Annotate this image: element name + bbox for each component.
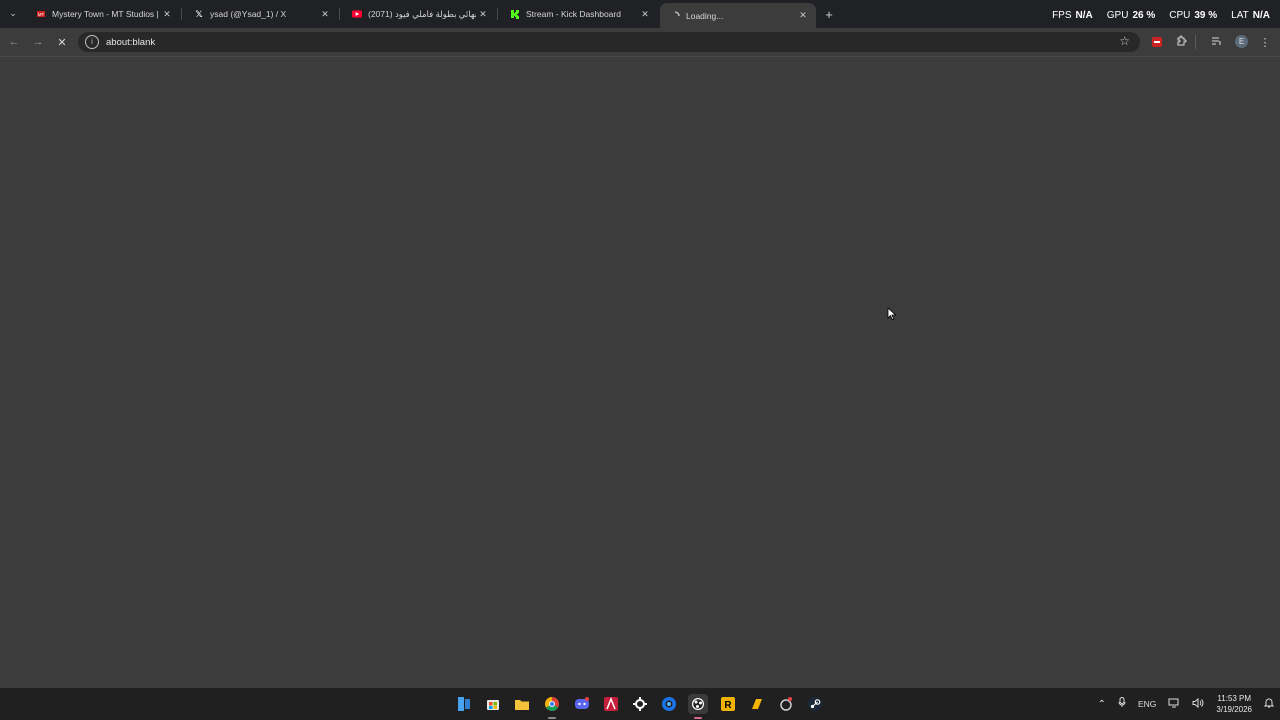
- close-icon[interactable]: ✕: [476, 9, 490, 20]
- svg-text:R: R: [724, 700, 732, 711]
- kick-icon: [510, 9, 520, 19]
- tab-search-button[interactable]: ⌄: [4, 4, 22, 22]
- rockstar-icon[interactable]: R: [718, 694, 738, 714]
- tab-title: (2071) نهائي بطولة فاملي فيود -: [368, 8, 476, 19]
- tab-title: Loading...: [686, 10, 724, 21]
- steam-icon[interactable]: [805, 694, 825, 714]
- stop-loading-button[interactable]: ✕: [53, 33, 71, 51]
- edge-icon[interactable]: [659, 694, 679, 714]
- tab-2[interactable]: (2071) نهائي بطولة فاملي فيود - ✕: [342, 3, 496, 25]
- steelseries-icon[interactable]: [630, 694, 650, 714]
- menu-button[interactable]: ⋮: [1256, 33, 1274, 51]
- url-input[interactable]: [106, 36, 506, 48]
- playlist-icon: [1211, 36, 1222, 49]
- file-explorer-icon[interactable]: [454, 694, 474, 714]
- fps-stat: FPS N/A: [1052, 10, 1093, 21]
- tab-title: Mystery Town - MT Studios | M: [52, 9, 160, 19]
- tab-separator: [339, 8, 340, 20]
- lat-stat: LAT N/A: [1231, 10, 1270, 21]
- extensions-button[interactable]: [1172, 33, 1190, 51]
- page-content: [0, 57, 1280, 688]
- language-indicator[interactable]: ENG: [1138, 699, 1156, 709]
- clock-date: 3/19/2026: [1216, 705, 1252, 714]
- browser-toolbar: ← → ✕ i ☆ E ⋮: [0, 28, 1280, 57]
- address-bar[interactable]: i ☆: [78, 32, 1140, 52]
- ublock-extension-icon[interactable]: [1152, 37, 1162, 47]
- notification-bell-icon[interactable]: [1263, 697, 1275, 711]
- windows-taskbar: R ⌃ ENG 11:53 PM 3/19/2026: [0, 688, 1280, 720]
- cpu-stat: CPU 39 %: [1169, 10, 1218, 21]
- affinity-icon[interactable]: [601, 694, 621, 714]
- chevron-up-icon[interactable]: ⌃: [1098, 699, 1106, 710]
- info-icon[interactable]: i: [85, 35, 99, 49]
- microsoft-store-icon[interactable]: [483, 694, 503, 714]
- media-control-button[interactable]: [1207, 33, 1225, 51]
- app-icon[interactable]: [776, 694, 796, 714]
- folder-icon[interactable]: [512, 694, 532, 714]
- close-icon[interactable]: ✕: [160, 9, 174, 20]
- tab-0[interactable]: MT Mystery Town - MT Studios | M ✕: [26, 3, 180, 25]
- kebab-menu-icon: ⋮: [1259, 36, 1271, 49]
- youtube-icon: [352, 9, 362, 19]
- microphone-icon[interactable]: [1118, 697, 1126, 711]
- tab-separator: [181, 8, 182, 20]
- performance-overlay: FPS N/A GPU 26 % CPU 39 % LAT N/A: [1052, 10, 1270, 21]
- tab-1[interactable]: 𝕏 ysad (@Ysad_1) / X ✕: [184, 3, 338, 25]
- arrow-left-icon: ←: [8, 36, 20, 48]
- tab-title: Stream - Kick Dashboard: [526, 9, 621, 19]
- gpu-stat: GPU 26 %: [1106, 10, 1156, 21]
- obs-icon[interactable]: [688, 694, 708, 714]
- puzzle-icon: [1176, 35, 1187, 49]
- discord-icon[interactable]: [572, 694, 592, 714]
- volume-icon[interactable]: [1192, 697, 1204, 711]
- svg-text:MT: MT: [38, 12, 45, 17]
- norton-icon[interactable]: [747, 694, 767, 714]
- close-icon: ✕: [57, 36, 67, 49]
- tab-4-active[interactable]: Loading... ✕: [660, 3, 816, 28]
- running-indicator: [694, 717, 702, 719]
- tab-separator: [497, 8, 498, 20]
- profile-avatar[interactable]: E: [1235, 35, 1248, 48]
- close-icon[interactable]: ✕: [318, 9, 332, 20]
- x-logo-icon: 𝕏: [195, 8, 203, 19]
- clock[interactable]: 11:53 PM 3/19/2026: [1216, 693, 1252, 715]
- clock-time: 11:53 PM: [1217, 694, 1252, 703]
- plus-icon: +: [825, 6, 833, 22]
- close-icon[interactable]: ✕: [796, 10, 810, 21]
- system-tray: ⌃ ENG 11:53 PM 3/19/2026: [1092, 688, 1280, 720]
- close-icon[interactable]: ✕: [638, 9, 652, 20]
- arrow-right-icon: →: [32, 36, 44, 48]
- tab-title: ysad (@Ysad_1) / X: [210, 9, 287, 19]
- toolbar-divider: [1190, 33, 1200, 51]
- chrome-icon[interactable]: [542, 694, 562, 714]
- tab-3[interactable]: Stream - Kick Dashboard ✕: [500, 3, 658, 25]
- chevron-down-icon: ⌄: [9, 7, 17, 18]
- running-indicator: [548, 717, 556, 719]
- mt-studios-icon: MT: [36, 9, 46, 19]
- bookmark-star-icon[interactable]: ☆: [1119, 34, 1130, 48]
- forward-button[interactable]: →: [29, 33, 47, 51]
- back-button[interactable]: ←: [5, 33, 23, 51]
- network-icon[interactable]: [1168, 698, 1180, 711]
- loading-spinner-icon: [670, 10, 680, 21]
- new-tab-button[interactable]: +: [820, 5, 838, 23]
- tab-strip: ⌄ MT Mystery Town - MT Studios | M ✕ 𝕏 y…: [0, 0, 1280, 28]
